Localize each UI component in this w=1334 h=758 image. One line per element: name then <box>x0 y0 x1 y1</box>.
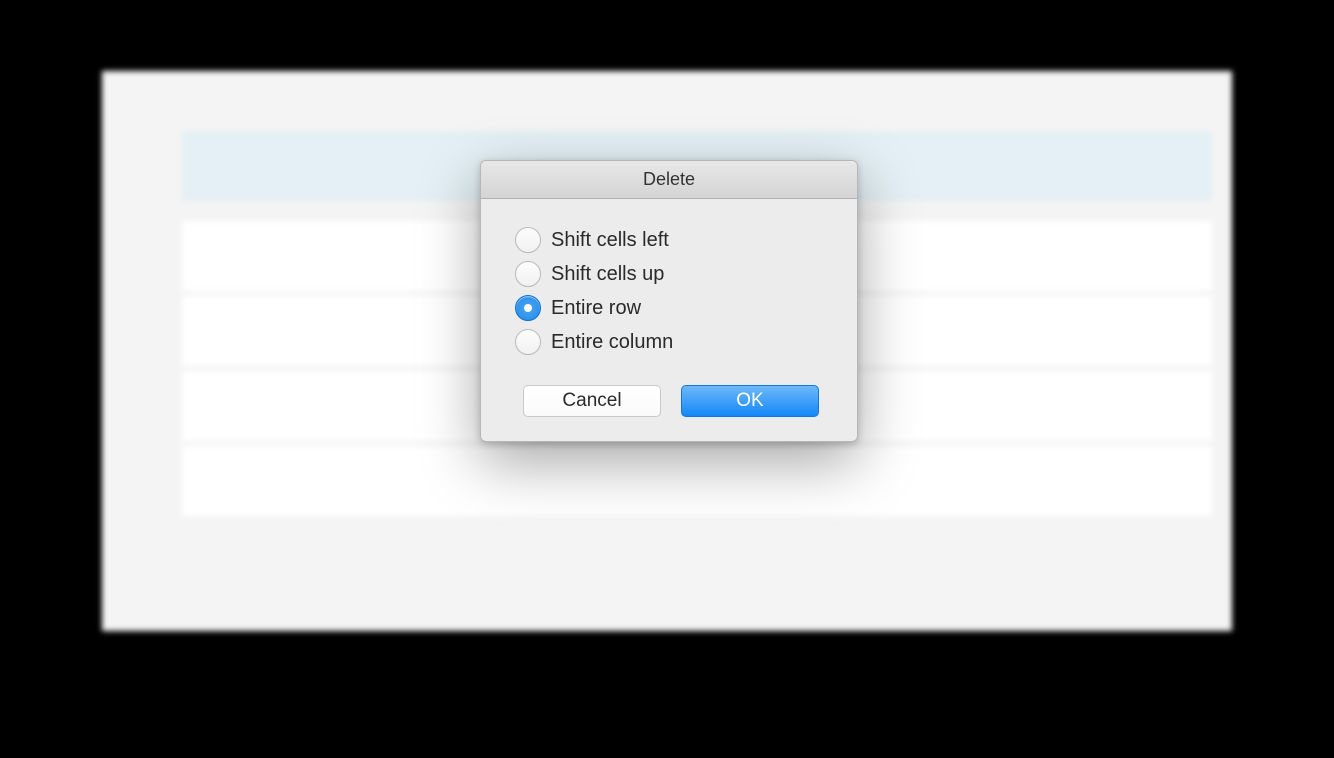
radio-option-shift-cells-up[interactable]: Shift cells up <box>515 261 823 287</box>
radio-label: Entire row <box>551 297 641 320</box>
cancel-button[interactable]: Cancel <box>523 385 661 417</box>
radio-icon <box>515 227 541 253</box>
ok-button[interactable]: OK <box>681 385 819 417</box>
dialog-title: Delete <box>643 169 695 190</box>
radio-label: Shift cells up <box>551 263 664 286</box>
radio-icon <box>515 261 541 287</box>
radio-option-entire-row[interactable]: Entire row <box>515 295 823 321</box>
dialog-titlebar: Delete <box>481 161 857 199</box>
radio-icon <box>515 329 541 355</box>
radio-label: Shift cells left <box>551 229 669 252</box>
radio-label: Entire column <box>551 331 673 354</box>
dialog-button-row: Cancel OK <box>515 385 823 417</box>
radio-option-shift-cells-left[interactable]: Shift cells left <box>515 227 823 253</box>
ok-button-label: OK <box>736 390 763 412</box>
dialog-body: Shift cells left Shift cells up Entire r… <box>481 199 857 441</box>
radio-option-entire-column[interactable]: Entire column <box>515 329 823 355</box>
radio-group: Shift cells left Shift cells up Entire r… <box>515 227 823 355</box>
cancel-button-label: Cancel <box>562 390 621 412</box>
radio-icon-selected <box>515 295 541 321</box>
bg-row <box>182 446 1212 516</box>
delete-dialog: Delete Shift cells left Shift cells up E… <box>480 160 858 442</box>
